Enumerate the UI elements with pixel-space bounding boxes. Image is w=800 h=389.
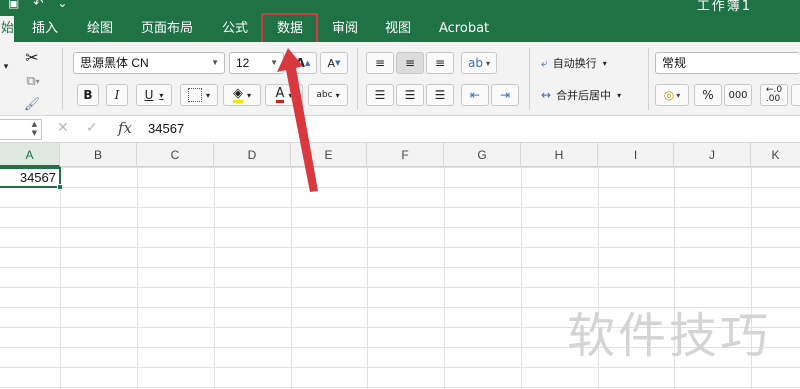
tab-review[interactable]: 审阅 [332, 16, 358, 42]
underline-button[interactable]: U ▾ [136, 84, 172, 106]
phonetic-button[interactable]: abc ▾ [308, 84, 348, 106]
column-header-j[interactable]: J [674, 143, 751, 167]
title-bar: ▣ ↶ ⌄ 工作簿1 始 插入 绘图 页面布局 公式 数据 审阅 视图 Acro… [0, 0, 800, 42]
column-header-a[interactable]: A [0, 143, 60, 167]
ribbon-separator [648, 48, 649, 110]
font-name-select[interactable]: 思源黑体 CN ▼ [73, 52, 225, 74]
font-color-glyph: A [275, 86, 285, 103]
borders-button[interactable]: ▾ [180, 84, 218, 106]
wrap-text-icon: ⤶ [541, 55, 548, 70]
decrease-indent-button[interactable]: ⇤ [461, 84, 489, 106]
accounting-format-button[interactable]: ◎ ▾ [655, 84, 689, 106]
formula-input[interactable]: 34567 [148, 121, 184, 136]
tab-home[interactable]: 始 [0, 16, 14, 42]
tab-insert[interactable]: 插入 [32, 16, 58, 42]
align-top-button[interactable]: ≡ [366, 52, 394, 74]
chevron-down-icon: ▼ [270, 58, 278, 67]
quick-access-toolbar: ▣ ↶ ⌄ [8, 0, 67, 10]
borders-icon [187, 88, 202, 102]
abc-label: abc [316, 89, 333, 100]
tab-view[interactable]: 视图 [385, 16, 411, 42]
wrap-text-button[interactable]: ⤶ 自动换行 ▾ [540, 52, 636, 74]
tab-acrobat[interactable]: Acrobat [439, 16, 489, 42]
fill-bucket-icon: ◈ [232, 86, 243, 103]
ribbon-separator [529, 48, 530, 110]
ribbon-tabs: 始 插入 绘图 页面布局 公式 数据 审阅 视图 Acrobat [0, 16, 800, 42]
font-size-value: 12 [236, 56, 250, 70]
percent-style-button[interactable]: % [694, 84, 722, 106]
name-box-stepper-icon[interactable]: ▲ ▼ [32, 120, 37, 138]
merge-center-button[interactable]: ↔ 合并后居中 ▾ [540, 84, 644, 106]
font-color-button[interactable]: A ▾ [265, 84, 303, 106]
column-gridline [60, 167, 61, 389]
number-format-value: 常规 [662, 56, 687, 70]
cut-icon[interactable]: ✂ [22, 46, 42, 68]
column-header-f[interactable]: F [367, 143, 444, 167]
increase-decimal-button[interactable]: ←.0.00 [760, 84, 788, 106]
selected-cell-a1[interactable]: 34567 [0, 167, 63, 190]
chevron-down-icon: ▼ [211, 58, 219, 67]
fill-color-button[interactable]: ◈ ▾ [223, 84, 261, 106]
align-left-button[interactable]: ☰ [366, 84, 394, 106]
number-format-select[interactable]: 常规 [655, 52, 800, 74]
column-header-k[interactable]: K [751, 143, 800, 167]
formula-bar: ▲ ▼ ✕ ✓ fx 34567 [0, 116, 800, 143]
cell-a1-value: 34567 [19, 170, 56, 185]
align-bottom-button[interactable]: ≡ [426, 52, 454, 74]
tab-draw[interactable]: 绘图 [87, 16, 113, 42]
insert-function-icon[interactable]: fx [118, 119, 132, 137]
column-header-g[interactable]: G [444, 143, 521, 167]
name-box[interactable]: ▲ ▼ [0, 119, 42, 140]
fill-handle[interactable] [57, 184, 63, 190]
increase-font-size-button[interactable]: A ▲ [289, 52, 317, 74]
align-right-button[interactable]: ☰ [426, 84, 454, 106]
align-center-button[interactable]: ☰ [396, 84, 424, 106]
ribbon-separator [62, 48, 63, 110]
column-header-d[interactable]: D [214, 143, 291, 167]
redo-icon[interactable]: ⌄ [57, 0, 67, 10]
paste-dropdown-icon[interactable]: ▾ [0, 56, 12, 78]
column-gridline [367, 167, 368, 389]
undo-icon[interactable]: ↶ [33, 0, 43, 10]
cancel-formula-icon[interactable]: ✕ [57, 120, 69, 136]
ribbon-home: ▾ ✂ ⧉ ▾ 🖌 思源黑体 CN ▼ 12 ▼ A ▲ A ▼ B I U ▾ ▾ ◈… [0, 42, 800, 116]
column-gridline [291, 167, 292, 389]
format-painter-icon[interactable]: 🖌 [22, 93, 42, 115]
tab-page-layout[interactable]: 页面布局 [141, 16, 193, 42]
font-size-select[interactable]: 12 ▼ [229, 52, 284, 74]
data-tab-highlight-box [261, 13, 318, 44]
confirm-formula-icon[interactable]: ✓ [86, 120, 98, 136]
column-header-c[interactable]: C [137, 143, 214, 167]
watermark: 软件技巧 [567, 308, 772, 364]
italic-button[interactable]: I [106, 84, 128, 106]
decrease-font-size-button[interactable]: A ▼ [320, 52, 348, 74]
font-name-value: 思源黑体 CN [80, 56, 149, 70]
orientation-button[interactable]: ab ▾ [461, 52, 497, 74]
column-header-e[interactable]: E [291, 143, 367, 167]
merge-center-label: 合并后居中 [556, 89, 612, 102]
column-header-b[interactable]: B [60, 143, 137, 167]
save-icon[interactable]: ▣ [8, 0, 19, 10]
document-title: 工作簿1 [696, 0, 752, 14]
copy-icon[interactable]: ⧉ ▾ [20, 70, 46, 92]
merge-icon: ↔ [541, 88, 552, 102]
column-headers: A B C D E F G H I J K [0, 143, 800, 167]
underline-glyph: U [144, 88, 154, 102]
bold-button[interactable]: B [77, 84, 99, 106]
column-gridline [444, 167, 445, 389]
comma-style-button[interactable]: 000 [724, 84, 752, 106]
tab-formulas[interactable]: 公式 [222, 16, 248, 42]
column-header-i[interactable]: I [598, 143, 674, 167]
align-middle-button[interactable]: ≡ [396, 52, 424, 74]
decrease-decimal-button[interactable] [791, 84, 800, 106]
column-gridline [521, 167, 522, 389]
column-gridline [214, 167, 215, 389]
ribbon-separator [357, 48, 358, 110]
column-header-h[interactable]: H [521, 143, 598, 167]
column-gridline [137, 167, 138, 389]
wrap-text-label: 自动换行 [552, 57, 597, 70]
increase-indent-button[interactable]: ⇥ [491, 84, 519, 106]
